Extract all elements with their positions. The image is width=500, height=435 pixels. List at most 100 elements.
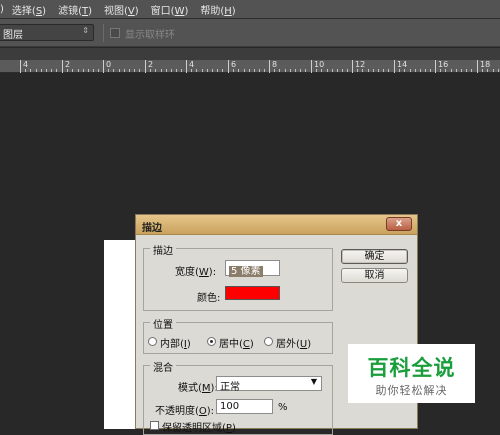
ruler-major-tick bbox=[269, 60, 270, 73]
ruler-label: 18 bbox=[480, 60, 491, 69]
menu-item-window[interactable]: 窗口(W) bbox=[151, 2, 189, 17]
color-swatch[interactable] bbox=[225, 286, 280, 300]
ruler-minor-tick bbox=[316, 69, 317, 72]
ruler-minor-tick bbox=[129, 69, 130, 72]
ruler-major-tick bbox=[352, 60, 353, 73]
ruler-major-tick bbox=[394, 60, 395, 73]
position-group: 位置 内部(I) 居中(C) 居外(U) bbox=[143, 316, 333, 354]
ruler-minor-tick bbox=[72, 69, 73, 72]
ruler-minor-tick bbox=[445, 69, 446, 72]
ruler-minor-tick bbox=[46, 69, 47, 72]
mode-label: 模式(M): bbox=[178, 383, 218, 394]
ruler-minor-tick bbox=[493, 69, 494, 72]
horizontal-ruler[interactable]: 4 2 0 2 4 6 8 10 12 14 16 18 bbox=[0, 60, 500, 73]
toolbar-divider bbox=[103, 24, 104, 42]
ruler-major-tick bbox=[186, 60, 187, 73]
menu-item-select[interactable]: 选择(S) bbox=[12, 2, 46, 17]
ruler-minor-tick bbox=[290, 69, 291, 72]
ruler-minor-tick bbox=[425, 69, 426, 72]
ruler-minor-tick bbox=[176, 69, 177, 72]
ruler-minor-tick bbox=[191, 69, 192, 72]
ruler-minor-tick bbox=[238, 69, 239, 72]
ruler-minor-tick bbox=[440, 69, 441, 72]
ruler-minor-tick bbox=[254, 69, 255, 72]
menu-item-help[interactable]: 帮助(H) bbox=[200, 2, 235, 17]
ruler-minor-tick bbox=[404, 69, 405, 72]
ruler-minor-tick bbox=[67, 69, 68, 72]
ruler-minor-tick bbox=[337, 69, 338, 72]
ruler-minor-tick bbox=[332, 69, 333, 72]
ruler-major-tick bbox=[435, 60, 436, 73]
updown-arrow-icon: ⇕ bbox=[82, 26, 89, 35]
close-button[interactable]: x bbox=[386, 217, 412, 231]
ruler-minor-tick bbox=[388, 69, 389, 72]
ruler-label: 8 bbox=[272, 60, 278, 69]
ruler-minor-tick bbox=[83, 69, 84, 72]
ruler-minor-tick bbox=[166, 69, 167, 72]
preserve-transparency-label: 保留透明区域(P) bbox=[162, 423, 236, 434]
ruler-major-tick bbox=[20, 60, 21, 73]
ruler-minor-tick bbox=[108, 69, 109, 72]
width-input[interactable]: 5 像素 bbox=[225, 260, 280, 277]
ruler-minor-tick bbox=[259, 69, 260, 72]
layer-sample-select[interactable]: 图层 ⇕ bbox=[0, 24, 94, 41]
position-center-label: 居中(C) bbox=[219, 339, 254, 350]
ruler-minor-tick bbox=[300, 69, 301, 72]
ruler-minor-tick bbox=[161, 69, 162, 72]
ruler-minor-tick bbox=[451, 69, 452, 72]
ruler-minor-tick bbox=[321, 69, 322, 72]
ruler-minor-tick bbox=[410, 69, 411, 72]
ok-button[interactable]: 确定 bbox=[341, 249, 408, 264]
menu-item-truncated[interactable]: ) bbox=[0, 4, 4, 15]
ruler-minor-tick bbox=[264, 69, 265, 72]
ruler-minor-tick bbox=[124, 69, 125, 72]
position-outside-radio[interactable] bbox=[264, 337, 273, 346]
menu-item-filter[interactable]: 滤镜(T) bbox=[58, 2, 92, 17]
cancel-button[interactable]: 取消 bbox=[341, 268, 408, 283]
stroke-group-legend: 描边 bbox=[150, 242, 176, 257]
ruler-minor-tick bbox=[93, 69, 94, 72]
ruler-minor-tick bbox=[134, 69, 135, 72]
opacity-unit: % bbox=[278, 402, 288, 413]
watermark-title: 百科全说 bbox=[367, 356, 456, 380]
ruler-label: 2 bbox=[148, 60, 154, 69]
show-sample-ring-label: 显示取样环 bbox=[125, 30, 175, 41]
ruler-label: 12 bbox=[355, 60, 366, 69]
position-center-radio[interactable] bbox=[207, 337, 216, 346]
ruler-major-tick bbox=[477, 60, 478, 73]
ruler-minor-tick bbox=[202, 69, 203, 72]
ruler-label: 6 bbox=[231, 60, 237, 69]
ruler-minor-tick bbox=[295, 69, 296, 72]
ruler-minor-tick bbox=[415, 69, 416, 72]
dialog-titlebar[interactable]: 描边 x bbox=[136, 215, 417, 235]
ok-button-label: 确定 bbox=[364, 251, 385, 262]
dropdown-arrow-icon: ▼ bbox=[310, 377, 317, 386]
ruler-major-tick bbox=[103, 60, 104, 73]
ruler-minor-tick bbox=[212, 69, 213, 72]
ruler-major-tick bbox=[228, 60, 229, 73]
ruler-minor-tick bbox=[139, 69, 140, 72]
width-input-value: 5 像素 bbox=[229, 266, 263, 277]
show-sample-ring-checkbox[interactable] bbox=[110, 28, 120, 38]
ruler-major-tick bbox=[311, 60, 312, 73]
blend-mode-dropdown[interactable]: 正常 ▼ bbox=[216, 376, 322, 393]
width-label: 宽度(W): bbox=[175, 267, 217, 278]
ruler-minor-tick bbox=[342, 69, 343, 72]
menu-item-view[interactable]: 视图(V) bbox=[104, 2, 139, 17]
opacity-value: 100 bbox=[220, 401, 240, 412]
ruler-minor-tick bbox=[181, 69, 182, 72]
ruler-minor-tick bbox=[113, 69, 114, 72]
blend-group-legend: 混合 bbox=[150, 359, 176, 374]
ruler-minor-tick bbox=[461, 69, 462, 72]
ruler-minor-tick bbox=[56, 69, 57, 72]
ruler-minor-tick bbox=[207, 69, 208, 72]
ruler-minor-tick bbox=[196, 69, 197, 72]
position-inside-radio[interactable] bbox=[148, 337, 157, 346]
canvas-document[interactable] bbox=[104, 240, 138, 429]
ruler-minor-tick bbox=[155, 69, 156, 72]
ruler-label: 2 bbox=[65, 60, 71, 69]
ruler-minor-tick bbox=[456, 69, 457, 72]
opacity-input[interactable]: 100 bbox=[216, 399, 273, 414]
ruler-label: 10 bbox=[314, 60, 325, 69]
ruler-minor-tick bbox=[222, 69, 223, 72]
